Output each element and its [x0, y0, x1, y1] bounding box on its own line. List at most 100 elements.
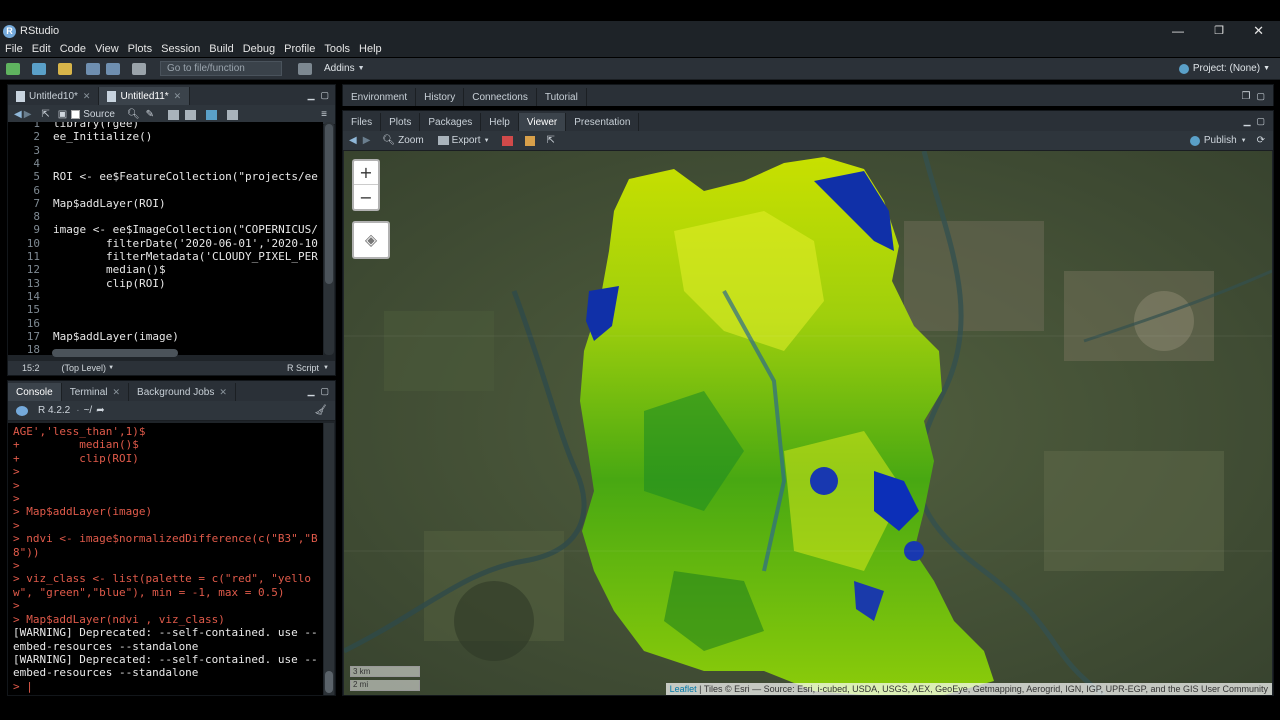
menu-plots[interactable]: Plots [128, 43, 152, 55]
tab-connections[interactable]: Connections [464, 88, 537, 106]
close-tab-icon[interactable]: ✕ [174, 91, 182, 102]
tab-help[interactable]: Help [481, 113, 519, 131]
project-menu[interactable]: Project: (None) ▼ [1178, 63, 1270, 74]
source-menu-icon[interactable] [227, 109, 239, 120]
source-on-save-checkbox[interactable] [71, 110, 81, 119]
menu-code[interactable]: Code [60, 43, 86, 55]
leaflet-map[interactable]: + − ◈ 3 km 2 mi Leaflet | Tiles © Esri —… [344, 151, 1272, 695]
tab-viewer[interactable]: Viewer [518, 113, 567, 131]
console-input-line: AGE','less_than',1)$ [13, 425, 146, 438]
code-line: clip(ROI) [53, 276, 166, 290]
menu-session[interactable]: Session [161, 43, 200, 55]
pane-layout-icon[interactable] [298, 62, 312, 75]
wand-icon[interactable]: ✎ [146, 109, 154, 120]
menu-debug[interactable]: Debug [243, 43, 275, 55]
tab-presentation[interactable]: Presentation [566, 113, 640, 131]
clear-viewer-icon[interactable] [501, 135, 513, 146]
forward-arrow-icon[interactable]: ▶ [363, 135, 371, 146]
console-output-line: embed-resources --standalone [13, 666, 199, 680]
env-tabbar: Environment History Connections Tutorial… [343, 85, 1273, 106]
tab-untitled10[interactable]: Untitled10* ✕ [8, 87, 100, 105]
close-icon[interactable]: ✕ [1253, 23, 1264, 39]
console-output[interactable]: AGE','less_than',1)$ + median()$ + clip(RO… [8, 423, 323, 695]
maximize-pane-icon[interactable]: ▢ [320, 90, 329, 101]
tab-files[interactable]: Files [343, 113, 382, 131]
console-input-line: > Map$addLayer(image) [13, 505, 153, 519]
forward-arrow-icon[interactable]: ▶ [24, 109, 32, 120]
menu-edit[interactable]: Edit [32, 43, 51, 55]
zoom-button[interactable]: Zoom [398, 135, 424, 146]
tab-label: Background Jobs [137, 386, 215, 398]
rstudio-logo-icon: R [3, 24, 16, 38]
editor-vertical-scrollbar[interactable] [324, 122, 334, 355]
menu-profile[interactable]: Profile [284, 43, 315, 55]
minimize-pane-icon[interactable]: ▁ [308, 90, 315, 101]
save-icon[interactable]: ▣ [58, 109, 67, 120]
save-icon[interactable] [86, 62, 100, 75]
tab-plots[interactable]: Plots [381, 113, 421, 131]
go-to-file-input[interactable]: Go to file/function [160, 61, 282, 76]
tab-environment[interactable]: Environment [343, 88, 417, 106]
tab-untitled11[interactable]: Untitled11* ✕ [99, 87, 191, 105]
close-tab-icon[interactable]: ✕ [83, 91, 91, 102]
zoom-in-button[interactable]: + [354, 161, 378, 185]
publish-button[interactable]: Publish [1204, 135, 1237, 146]
open-file-icon[interactable] [58, 62, 72, 75]
show-in-window-icon[interactable]: ⇱ [547, 135, 555, 146]
tab-packages[interactable]: Packages [420, 113, 482, 131]
minimize-icon[interactable]: — [1172, 24, 1184, 38]
refresh-icon[interactable]: ⟳ [1257, 135, 1265, 146]
search-icon[interactable]: 🔍︎ [127, 109, 140, 120]
brush-icon[interactable] [524, 135, 535, 146]
editor-horizontal-scrollbar[interactable] [52, 349, 178, 357]
close-tab-icon[interactable]: ✕ [219, 387, 227, 398]
working-dir[interactable]: ~/ [84, 405, 93, 416]
back-arrow-icon[interactable]: ◀ [349, 135, 357, 146]
tab-background-jobs[interactable]: Background Jobs ✕ [129, 383, 236, 401]
line-number: 9 [33, 223, 40, 237]
tab-console[interactable]: Console [8, 383, 62, 401]
rerun-icon[interactable] [185, 109, 197, 120]
go-to-dir-icon[interactable]: ➦ [96, 405, 104, 416]
print-icon[interactable] [132, 62, 146, 75]
scope-indicator[interactable]: (Top Level) [62, 363, 107, 373]
outline-icon[interactable]: ≡ [321, 109, 327, 120]
file-type-menu[interactable]: R Script [287, 363, 319, 373]
leaflet-link[interactable]: Leaflet [670, 684, 697, 694]
minimize-pane-icon[interactable]: ▁ [308, 386, 315, 397]
maximize-pane-icon[interactable]: ▢ [320, 386, 329, 397]
menu-view[interactable]: View [95, 43, 119, 55]
tab-terminal[interactable]: Terminal ✕ [62, 383, 130, 401]
tab-history[interactable]: History [416, 88, 465, 106]
code-line: ee_Initialize() [53, 130, 153, 144]
menu-help[interactable]: Help [359, 43, 382, 55]
code-line: Map$addLayer(image) [53, 329, 179, 343]
compile-icon[interactable] [206, 109, 218, 120]
line-number: 5 [33, 170, 40, 184]
zoom-out-button[interactable]: − [354, 185, 378, 209]
save-all-icon[interactable] [106, 62, 120, 75]
close-tab-icon[interactable]: ✕ [113, 387, 121, 398]
restore-pane-icon[interactable]: ❐ [1242, 91, 1251, 102]
chevron-down-icon: ▼ [1263, 65, 1270, 72]
maximize-pane-icon[interactable]: ▢ [1256, 116, 1265, 127]
menu-tools[interactable]: Tools [324, 43, 350, 55]
line-number: 6 [33, 183, 40, 197]
back-arrow-icon[interactable]: ◀ [14, 109, 22, 120]
layers-control[interactable]: ◈ [352, 221, 390, 259]
code-area[interactable]: 1 2 3 4 5 6 7 8 9 10 11 12 13 14 15 16 17 18 library(rgee… [8, 122, 323, 355]
show-in-window-icon[interactable]: ⇱ [41, 109, 49, 120]
addins-menu[interactable]: Addins [324, 63, 355, 74]
restore-icon[interactable]: ❐ [1214, 24, 1224, 37]
clear-console-icon[interactable]: 🧹︎ [314, 405, 327, 416]
new-file-icon[interactable] [6, 62, 20, 75]
menu-file[interactable]: File [5, 43, 23, 55]
run-lines-icon[interactable] [168, 109, 180, 120]
new-project-icon[interactable] [32, 62, 46, 75]
minimize-pane-icon[interactable]: ▁ [1244, 116, 1251, 127]
maximize-pane-icon[interactable]: ▢ [1256, 91, 1265, 102]
menu-build[interactable]: Build [209, 43, 233, 55]
tab-tutorial[interactable]: Tutorial [537, 88, 587, 106]
export-button[interactable]: Export [452, 135, 481, 146]
console-scrollbar[interactable] [324, 423, 334, 695]
